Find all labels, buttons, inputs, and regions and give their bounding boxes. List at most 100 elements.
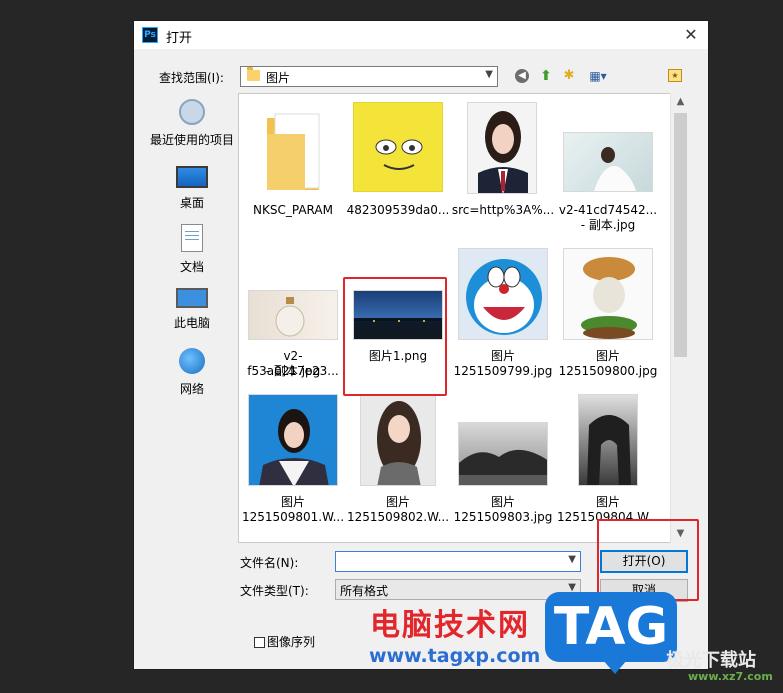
place-recent[interactable]: 最近使用的项目 <box>146 99 238 148</box>
file-name-line2: 1251509803.jpg <box>453 510 553 524</box>
file-thumbnail <box>241 100 345 196</box>
look-in-dropdown[interactable]: 图片 ▼ <box>240 66 498 87</box>
file-item[interactable]: 图片 1251509804.W... <box>556 392 660 538</box>
file-thumbnail <box>556 246 660 342</box>
image-sequence-option[interactable]: 图像序列 <box>254 633 315 650</box>
watermark-logo: TAG <box>545 592 677 674</box>
portrait-image <box>478 111 528 193</box>
file-thumbnail <box>241 392 345 488</box>
filename-input[interactable]: ▼ <box>335 551 581 572</box>
scroll-up-icon[interactable]: ▲ <box>671 93 690 111</box>
file-thumbnail <box>451 392 555 488</box>
file-name-line2: 1251509800.jpg <box>558 364 658 378</box>
image-sequence-checkbox[interactable] <box>254 637 265 648</box>
file-thumbnail <box>451 100 555 196</box>
spongebob-image <box>375 139 423 170</box>
place-label: 此电脑 <box>173 316 210 330</box>
place-label: 网络 <box>179 382 204 396</box>
filetype-dropdown[interactable]: 所有格式 ▼ <box>335 579 581 600</box>
file-item[interactable]: 图片 1251509799.jpg <box>451 246 555 392</box>
file-name: 图片 <box>280 495 305 509</box>
watermark-text: 电脑技术网 <box>370 608 530 643</box>
file-item[interactable]: src=http%3A%... <box>451 100 555 246</box>
up-folder-icon[interactable]: ⬆ <box>536 67 556 85</box>
file-thumbnail <box>346 100 450 196</box>
filetype-label: 文件类型(T): <box>240 584 309 598</box>
dialog-title: 打开 <box>166 31 193 46</box>
title-bar: Ps 打开 ✕ <box>134 21 708 49</box>
recent-icon <box>179 99 205 125</box>
file-thumbnail <box>451 246 555 342</box>
filetype-value: 所有格式 <box>340 584 389 598</box>
view-menu-icon[interactable]: ▦▾ <box>584 67 612 85</box>
places-bar: 最近使用的项目 桌面 文档 此电脑 网络 <box>146 93 238 614</box>
girl-blue-bg-image <box>259 409 329 485</box>
scroll-thumb[interactable] <box>674 113 687 357</box>
woman-white-dress-image <box>594 147 636 191</box>
file-list: NKSC_PARAM 482309539da0... src=http%3A%.… <box>238 93 690 543</box>
file-name: v2-41cd74542... <box>558 203 658 217</box>
file-list-scrollbar[interactable]: ▲ ▼ <box>670 93 690 543</box>
place-this-pc[interactable]: 此电脑 <box>146 288 238 331</box>
photoshop-app-icon: Ps <box>142 27 158 43</box>
file-name-line2: 1251509801.W... <box>241 510 345 524</box>
file-item[interactable]: 图片 1251509801.W... <box>241 392 345 538</box>
file-thumbnail <box>556 392 660 488</box>
network-icon <box>179 348 205 374</box>
perfume-bottle-image <box>275 297 305 337</box>
image-sequence-label: 图像序列 <box>267 635 316 649</box>
file-item[interactable]: 图片 1251509802.W... <box>346 392 450 538</box>
file-name-line2: - 副本.jpg <box>265 364 321 378</box>
file-name: NKSC_PARAM <box>253 203 333 217</box>
file-item[interactable]: v2-f53a0217e23... - 副本.jpg <box>241 246 345 392</box>
desktop-shortcut-icon[interactable]: ★ <box>668 69 682 82</box>
file-name-line2: 1251509802.W... <box>346 510 450 524</box>
chevron-down-icon: ▼ <box>485 69 493 80</box>
watermark-site-url: www.xz7.com <box>688 670 773 683</box>
file-item[interactable]: v2-41cd74542... - 副本.jpg <box>556 100 660 246</box>
file-name: 图片 <box>595 349 620 363</box>
place-label: 文档 <box>179 260 204 274</box>
look-in-value: 图片 <box>266 71 291 85</box>
file-item[interactable]: NKSC_PARAM <box>241 100 345 246</box>
place-network[interactable]: 网络 <box>146 348 238 397</box>
place-documents[interactable]: 文档 <box>146 224 238 275</box>
look-in-label: 查找范围(I): <box>159 71 224 85</box>
file-name: 482309539da0... <box>346 203 450 217</box>
rock-landscape-image <box>459 450 547 485</box>
file-name: 图片 <box>490 349 515 363</box>
doraemon-image <box>466 259 542 335</box>
new-folder-icon[interactable]: ✱ <box>559 67 579 85</box>
watermark-url: www.tagxp.com <box>369 645 541 667</box>
desktop-icon <box>176 166 208 188</box>
computer-icon <box>176 288 208 308</box>
filename-label: 文件名(N): <box>240 556 299 570</box>
file-item[interactable]: 482309539da0... <box>346 100 450 246</box>
file-name: 图片 <box>490 495 515 509</box>
place-label: 最近使用的项目 <box>149 133 234 147</box>
file-name: 图片 <box>385 495 410 509</box>
back-icon[interactable]: ◀ <box>515 69 529 83</box>
rock-arch-image <box>587 415 631 485</box>
place-label: 桌面 <box>179 196 204 210</box>
chevron-down-icon[interactable]: ▼ <box>568 554 576 565</box>
file-item[interactable]: 图片 1251509800.jpg <box>556 246 660 392</box>
burger-cat-image <box>581 257 637 339</box>
file-name-line2: - 副本.jpg <box>580 218 636 232</box>
folder-thumbnail-icon <box>267 113 320 190</box>
folder-icon <box>247 67 260 81</box>
file-thumbnail <box>241 246 345 342</box>
file-name-line2: 1251509799.jpg <box>453 364 553 378</box>
documents-icon <box>181 224 203 252</box>
file-thumbnail <box>556 100 660 196</box>
file-name: src=http%3A%... <box>451 203 555 217</box>
open-button-highlight <box>597 519 699 601</box>
girl-grey-bg-image <box>377 401 421 485</box>
place-desktop[interactable]: 桌面 <box>146 166 238 211</box>
file-item[interactable]: 图片 1251509803.jpg <box>451 392 555 538</box>
selection-highlight <box>343 277 447 396</box>
close-button[interactable]: ✕ <box>680 24 702 46</box>
watermark-site: 极光下载站 <box>666 650 756 671</box>
file-thumbnail <box>346 392 450 488</box>
file-name: 图片 <box>595 495 620 509</box>
